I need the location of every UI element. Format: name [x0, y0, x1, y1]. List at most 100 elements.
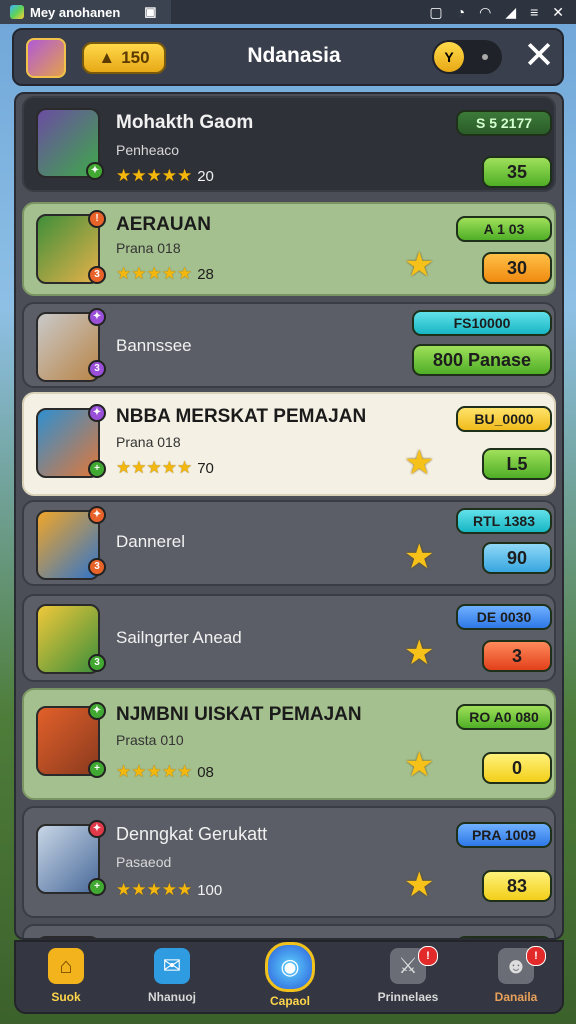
app-tab[interactable]: Mey anohanen	[0, 0, 131, 24]
list-item[interactable]: ✦ + NJMBNI UISKAT PEMAJAN Prasta 010 ★★★…	[22, 688, 556, 800]
notification-badge: !	[526, 946, 546, 966]
row-name: NBBA MERSKAT PEMAJAN	[116, 406, 367, 427]
value-pill[interactable]: L5	[482, 448, 552, 480]
rating-value: 08	[197, 763, 214, 781]
score-pill: A 1 03	[456, 216, 552, 242]
value-pill[interactable]: 90	[482, 542, 552, 574]
toggle-switch[interactable]: Y	[432, 40, 502, 74]
list-item[interactable]: ✦ 3 Bannssee FS10000 800 Panase	[22, 302, 556, 388]
value-pill[interactable]: 3	[482, 640, 552, 672]
favorite-star-icon[interactable]: ★	[404, 868, 438, 902]
favorite-star-icon[interactable]: ★	[404, 248, 438, 282]
row-name: Dannerel	[116, 532, 185, 551]
level-badge: ✦	[88, 404, 106, 422]
close-button[interactable]: ✕	[522, 36, 556, 76]
nav-label: Suok	[51, 990, 81, 1004]
star-rating: ★★★★★ 70	[116, 458, 214, 477]
nav-label: Prinnelaes	[377, 990, 439, 1004]
coin-icon: ▲	[98, 48, 116, 67]
coin-value: 150	[121, 48, 150, 67]
row-sub: Prana 018	[116, 240, 181, 256]
level-badge: ✦	[86, 162, 104, 180]
row-name: NJMBNI UISKAT PEMAJAN	[116, 704, 362, 725]
page-title: Ndanasia	[247, 44, 341, 67]
score-pill: RO A0 080	[456, 704, 552, 730]
list-item[interactable]: 3 Sailngrter Anead ★ DE 0030 3	[22, 594, 556, 682]
value-pill[interactable]: 83	[482, 870, 552, 902]
score-pill: DE 0030	[456, 604, 552, 630]
nav-item-globe[interactable]: ◉ Capaol	[240, 942, 340, 1010]
star-rating: ★★★★★ 08	[116, 762, 214, 781]
list-item[interactable]	[22, 924, 556, 938]
alarm-icon: ◔	[456, 3, 466, 20]
favorite-star-icon[interactable]: ★	[404, 540, 438, 574]
list-item[interactable]: ✦ + NBBA MERSKAT PEMAJAN Prana 018 ★★★★★…	[22, 392, 556, 496]
list-item[interactable]: ✦ 3 Dannerel ★ RTL 1383 90	[22, 500, 556, 586]
toggle-knob: Y	[434, 42, 464, 72]
value-pill[interactable]: 800 Panase	[412, 344, 552, 376]
level-badge: 3	[88, 654, 106, 672]
second-tab[interactable]: ▣	[130, 0, 171, 24]
level-badge: +	[88, 878, 106, 896]
value-pill[interactable]: 35	[482, 156, 552, 188]
nav-item-home[interactable]: ⌂ Suok	[16, 948, 116, 1010]
level-badge: 3	[88, 558, 106, 576]
score-pill: FS10000	[412, 310, 552, 336]
row-name: Sailngrter Anead	[116, 628, 242, 647]
menu-icon[interactable]: ≡	[530, 4, 538, 21]
list-item[interactable]: ! 3 AERAUAN Prana 018 ★★★★★ 28 ★ A 1 03 3…	[22, 202, 556, 296]
row-sub: Prana 018	[116, 434, 181, 450]
score-pill: PRA 1009	[456, 822, 552, 848]
row-name: Bannssee	[116, 336, 192, 355]
row-sub: Pasaeod	[116, 854, 172, 870]
level-badge: ✦	[88, 820, 106, 838]
rating-value: 70	[197, 459, 214, 477]
chat-icon: ✉	[154, 948, 190, 984]
nav-item-helmet[interactable]: ⚔ ! Prinnelaes	[358, 946, 458, 1010]
favorite-star-icon[interactable]: ★	[404, 748, 438, 782]
score-pill: RTL 1383	[456, 508, 552, 534]
nav-label: Danaila	[494, 990, 538, 1004]
nav-item-profile[interactable]: ☻ ! Danaila	[466, 946, 566, 1010]
list-item[interactable]: ✦ + Denngkat Gerukatt Pasaeod ★★★★★ 100 ★…	[22, 806, 556, 918]
row-name: AERAUAN	[116, 214, 211, 235]
score-pill: S 5 2177	[456, 110, 552, 136]
home-icon: ⌂	[48, 948, 84, 984]
level-badge: 3	[88, 266, 106, 284]
favorite-star-icon[interactable]: ★	[404, 636, 438, 670]
close-icon[interactable]: ✕	[552, 4, 564, 21]
value-pill[interactable]: 0	[482, 752, 552, 784]
nav-label: Nhanuoj	[148, 990, 196, 1004]
favorite-star-icon[interactable]: ★	[404, 446, 438, 480]
wifi-icon: ◠	[479, 3, 492, 20]
nav-item-chat[interactable]: ✉ Nhanuoj	[122, 948, 222, 1010]
system-icons: ▢ ◔ ◠ ◢ ≡ ✕	[429, 4, 576, 21]
star-rating: ★★★★★ 28	[116, 264, 214, 283]
player-avatar[interactable]	[26, 38, 66, 78]
list-item[interactable]: ✦ Mohakth Gaom Penheaco ★★★★★ 20 S 5 2177…	[22, 96, 556, 192]
window-icon: ▣	[144, 4, 157, 19]
bottom-nav: ⌂ Suok ✉ Nhanuoj ◉ Capaol ⚔ ! Prinnelaes…	[14, 940, 564, 1014]
rating-value: 28	[197, 265, 214, 283]
coin-counter[interactable]: ▲ 150	[82, 42, 166, 74]
app-tab-label: Mey anohanen	[30, 4, 121, 20]
score-pill: BU_0000	[456, 406, 552, 432]
screen-icon: ▢	[429, 3, 443, 20]
value-pill[interactable]: 30	[482, 252, 552, 284]
nav-label: Capaol	[269, 994, 310, 1008]
rating-value: 20	[197, 167, 214, 185]
app-icon	[10, 5, 24, 19]
level-badge: +	[88, 460, 106, 478]
toggle-dot	[482, 54, 488, 60]
level-badge: !	[88, 210, 106, 228]
level-badge: 3	[88, 360, 106, 378]
level-badge: +	[88, 760, 106, 778]
row-name: Mohakth Gaom	[116, 112, 254, 133]
row-sub: Penheaco	[116, 142, 180, 158]
rating-value: 100	[197, 881, 223, 899]
level-badge: ✦	[88, 702, 106, 720]
level-badge: ✦	[88, 308, 106, 326]
globe-icon: ◉	[265, 942, 315, 992]
top-bar: ▲ 150 Ndanasia Y ✕	[12, 28, 564, 86]
row-name: Denngkat Gerukatt	[116, 824, 268, 844]
